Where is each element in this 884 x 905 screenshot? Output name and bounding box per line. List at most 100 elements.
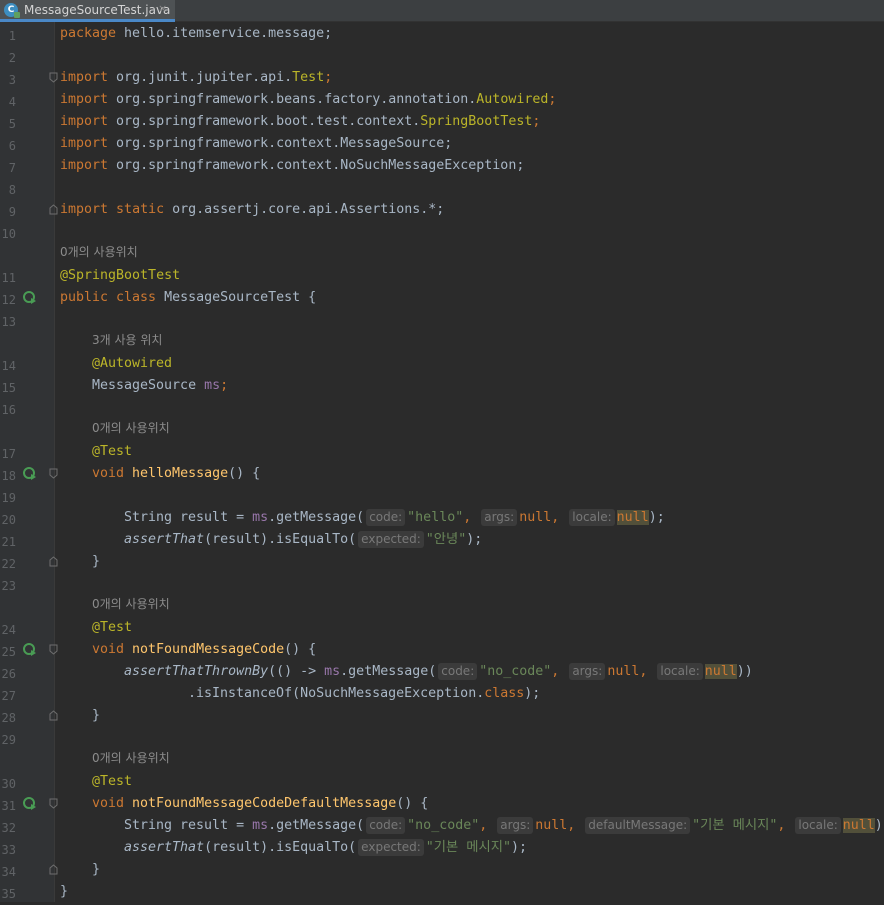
line-number: 8 [8, 183, 16, 197]
keyword: class [484, 686, 525, 701]
run-test-icon[interactable] [23, 466, 37, 480]
code-line: @Test [92, 441, 132, 463]
code-line: } [92, 551, 100, 573]
param-hint: expected: [358, 531, 424, 548]
code-line: package hello.itemservice.message; [60, 23, 332, 45]
usage-hint[interactable]: 0개의 사용위치 [92, 419, 170, 441]
brace: } [92, 554, 101, 569]
code-text: org.springframework.context.MessageSourc… [108, 136, 453, 151]
keyword: import [60, 92, 109, 107]
code-text: org.assertj.core.api.Assertions.*; [164, 202, 445, 217]
param-hint: args: [497, 817, 534, 834]
method-name: helloMessage [132, 466, 229, 481]
usage-hint[interactable]: 3개 사용 위치 [92, 331, 162, 353]
keyword: package [60, 26, 117, 41]
line-number: 22 [1, 557, 16, 571]
fold-icon[interactable] [49, 798, 58, 809]
code-text: org.springframework.beans.factory.annota… [108, 92, 477, 107]
string-literal: "hello" [407, 510, 464, 525]
static-method: assertThatThrownBy [124, 664, 269, 679]
fold-icon[interactable] [49, 710, 58, 721]
comma: , [567, 818, 584, 833]
string-literal: "no_code" [407, 818, 480, 833]
line-number: 11 [1, 271, 16, 285]
comma: , [551, 510, 568, 525]
line-number: 2 [8, 51, 16, 65]
fold-icon[interactable] [49, 468, 58, 479]
code-editor[interactable]: 1 2 3 4 5 6 7 8 9 10 11 12 13 14 15 16 17 18 19 20 21 22 23 24 2… [0, 22, 884, 902]
line-number: 29 [1, 733, 16, 747]
brace: } [60, 884, 69, 899]
code-line: MessageSource ms; [92, 375, 228, 397]
fold-icon[interactable] [49, 556, 58, 567]
file-tab[interactable]: C MessageSourceTest.java × [0, 0, 175, 22]
line-number: 10 [1, 227, 16, 241]
line-number: 15 [1, 381, 16, 395]
fold-icon[interactable] [49, 644, 58, 655]
line-number: 6 [8, 139, 16, 153]
fold-icon[interactable] [49, 72, 58, 83]
fold-icon[interactable] [49, 864, 58, 875]
run-test-icon[interactable] [23, 796, 37, 810]
keyword: void [92, 466, 133, 481]
annotation: @SpringBootTest [60, 268, 181, 283]
run-test-icon[interactable] [23, 290, 37, 304]
string-literal: "기본 메시지" [425, 840, 511, 855]
code-text: (result).isEqualTo( [204, 532, 357, 547]
usage-hint[interactable]: 0개의 사용위치 [92, 595, 170, 617]
line-number-gutter: 1 2 3 4 5 6 7 8 9 10 11 12 13 14 15 16 17 18 19 20 21 22 23 24 2… [0, 22, 58, 902]
null-literal-highlighted: null [704, 664, 737, 679]
param-hint: code: [366, 509, 406, 526]
semicolon: ; [532, 114, 541, 129]
code-line: } [92, 705, 100, 727]
keyword: static [108, 202, 165, 217]
code-text: () { [284, 642, 317, 657]
param-hint: args: [569, 663, 606, 680]
keyword: import [60, 136, 109, 151]
run-test-icon[interactable] [23, 642, 37, 656]
line-number: 24 [1, 623, 16, 637]
keyword: import [60, 70, 109, 85]
java-class-icon: C [4, 3, 20, 18]
usage-hint[interactable]: 0개의 사용위치 [92, 749, 170, 771]
param-hint: code: [366, 817, 406, 834]
code-text: ); [466, 532, 483, 547]
code-line: assertThat(result).isEqualTo(expected: "안… [124, 529, 482, 551]
comma: , [639, 664, 656, 679]
fold-icon[interactable] [49, 204, 58, 215]
line-number: 23 [1, 579, 16, 593]
code-text: MessageSourceTest { [156, 290, 317, 305]
code-text: org.springframework.context.NoSuchMessag… [108, 158, 525, 173]
semicolon: ; [220, 378, 229, 393]
keyword: void [92, 642, 133, 657]
brace: } [92, 862, 101, 877]
keyword: void [92, 796, 133, 811]
code-text: () { [396, 796, 429, 811]
annotation: @Test [92, 620, 133, 635]
code-line: assertThatThrownBy(() -> ms.getMessage(c… [124, 661, 753, 683]
code-text: .getMessage( [268, 818, 365, 833]
close-icon[interactable]: × [158, 2, 167, 15]
code-line: } [60, 881, 68, 903]
static-method: assertThat [124, 532, 205, 547]
code-text: org.junit.jupiter.api. [108, 70, 293, 85]
keyword: public class [60, 290, 157, 305]
string-literal: "안녕" [425, 532, 467, 547]
param-hint: locale: [569, 509, 615, 526]
brace: } [92, 708, 101, 723]
line-number: 25 [1, 645, 16, 659]
line-number: 12 [1, 293, 16, 307]
code-line: import org.junit.jupiter.api.Test; [60, 67, 332, 89]
param-hint: expected: [358, 839, 424, 856]
annotation: @Autowired [92, 356, 173, 371]
string-literal: "no_code" [479, 664, 552, 679]
semicolon: ; [548, 92, 557, 107]
line-number: 31 [1, 799, 16, 813]
code-text: String result = [124, 818, 253, 833]
line-number: 32 [1, 821, 16, 835]
line-number: 34 [1, 865, 16, 879]
line-number: 30 [1, 777, 16, 791]
line-number: 14 [1, 359, 16, 373]
code-line: @Test [92, 617, 132, 639]
usage-hint[interactable]: 0개의 사용위치 [60, 243, 138, 265]
